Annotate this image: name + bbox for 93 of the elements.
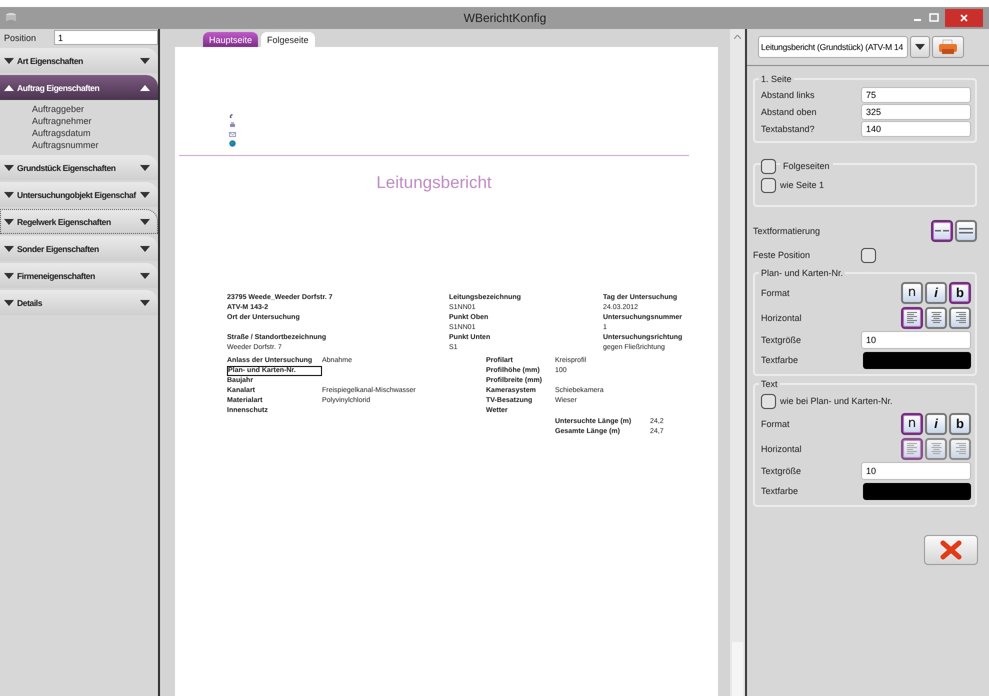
caret-down-icon [140,273,150,279]
tab[interactable]: Folgeseite [261,32,315,47]
field-label: Position [3,32,38,42]
caret-down-icon [140,246,150,252]
app-icon [5,12,17,24]
cancel-button[interactable] [924,535,978,565]
field-label: Textgröße [761,335,802,345]
caret-down-icon [4,164,14,170]
align-right-icon [954,442,966,455]
field-label: Horizontal [761,312,803,322]
input-field[interactable]: 75 [861,86,971,102]
text-size-field[interactable]: 10 [861,331,971,349]
caret-down-icon [4,246,14,252]
accordion-item[interactable]: Auftraggeber [0,103,158,115]
report-select[interactable]: Leitungsbericht (Grundstück) (ATV-M 14 [758,36,908,58]
field-label: Textformatierung [753,226,822,236]
format-button[interactable]: b [949,282,971,304]
format-button[interactable] [955,220,977,242]
align-center-icon [930,442,942,455]
caret-down-icon [140,165,150,171]
align-right-icon [954,311,966,324]
accordion-item[interactable]: Auftragnehmer [0,115,158,127]
align-center-icon [930,311,942,324]
envelope-icon [229,131,236,138]
align-left-icon [906,311,918,324]
accordion-header[interactable]: Grundstück Eigenschaften [0,155,158,180]
caret-down-icon [4,192,14,198]
print-button[interactable] [932,36,964,58]
accordion-header[interactable]: Untersuchungobjekt Eigenschaf [0,182,158,207]
group-legend: Text [759,379,780,389]
checkbox-label: wie bei Plan- und Karten-Nr. [780,396,893,406]
close-icon [940,540,962,560]
format-button[interactable] [931,220,953,242]
phone-icon [229,113,236,120]
checkbox[interactable] [861,248,876,262]
input-field[interactable]: 140 [861,120,971,136]
align-button[interactable] [901,306,923,328]
caret-down-icon [140,192,150,198]
position-field[interactable]: 1 [54,30,158,45]
accordion-header[interactable]: Sonder Eigenschaften [0,236,158,261]
accordion-header[interactable]: Art Eigenschaften [0,48,158,73]
checkbox-label: Folgeseiten [780,161,833,171]
accordion-header[interactable]: Firmeneigenschaften [0,263,158,288]
tab[interactable]: Hauptseite [203,32,258,47]
caret-down-icon [140,300,150,306]
caret-down-icon [4,218,14,224]
group-legend: 1. Seite [759,74,794,84]
field-label: Abstand oben [761,106,818,116]
format-button[interactable]: n [901,282,923,304]
field-label: Horizontal [761,444,803,454]
caret-down-icon [4,300,14,306]
field-label: Textfarbe [761,355,800,365]
scroll-up-icon[interactable] [734,34,741,38]
color-swatch[interactable] [863,352,971,368]
globe-icon [229,140,236,147]
caret-down-icon [140,219,150,225]
caret-up-icon [4,84,14,90]
accordion-header[interactable]: Details [0,290,158,315]
close-icon [960,14,968,22]
input-field[interactable]: 325 [861,104,971,120]
accordion-header[interactable]: Auftrag Eigenschaften [0,75,158,100]
checkbox[interactable] [761,158,776,174]
align-button[interactable] [949,306,971,328]
printer-icon [938,39,958,55]
report-title: Leitungsbericht [375,173,493,193]
align-button[interactable] [925,306,947,328]
field-label: Textfarbe [761,486,800,496]
align-left-icon [906,442,918,455]
caret-down-icon [140,58,150,64]
accordion-header[interactable]: Regelwerk Eigenschaften [0,209,158,234]
printer-icon [229,122,236,129]
dropdown-button[interactable] [910,36,930,58]
accordion-item[interactable]: Auftragsnummer [0,139,158,151]
scrollbar[interactable] [730,29,745,696]
checkbox[interactable] [761,178,776,192]
window-title: WBerichtKonfig [462,11,548,25]
field-label: Abstand links [761,90,816,100]
group-legend: Plan- und Karten-Nr. [759,268,846,278]
caret-down-icon [4,272,14,278]
field-label: Format [761,418,791,428]
caret-down-icon [4,58,14,64]
field-label: Textabstand? [761,124,816,134]
maximize-icon[interactable] [929,13,939,23]
accordion-item[interactable]: Auftragsdatum [0,127,158,139]
checkbox-label: wie Seite 1 [780,180,824,190]
field-label: Textgröße [761,466,802,476]
field-label: Feste Position [753,250,812,260]
lines-icon [959,226,973,236]
close-button[interactable] [945,9,983,27]
caret-up-icon [140,85,150,91]
caret-down-icon [915,44,925,50]
field-label: Format [761,288,791,298]
format-button[interactable]: i [925,282,947,304]
